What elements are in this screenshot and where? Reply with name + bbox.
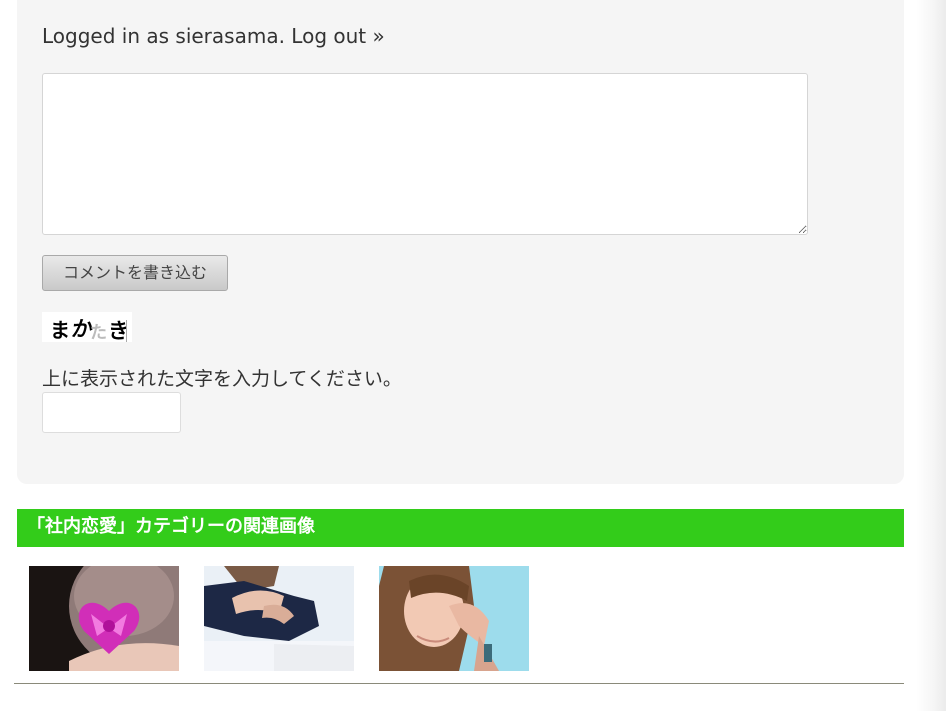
logout-link[interactable]: Log out » [291, 24, 384, 48]
logged-in-notice: Logged in as sierasama. Log out » [42, 24, 385, 48]
woman-crying-photo-icon [379, 566, 529, 671]
captcha-char-3: た [90, 323, 107, 342]
captcha-noise-line [126, 320, 127, 342]
logged-in-text: Logged in as sierasama. [42, 24, 285, 48]
submit-comment-button[interactable]: コメントを書き込む [42, 255, 228, 291]
page: Logged in as sierasama. Log out » コメントを書… [0, 0, 946, 711]
related-thumbnail-woman-navy[interactable] [204, 566, 354, 671]
related-thumbnail-ribbon-heart[interactable] [29, 566, 179, 671]
captcha-input[interactable] [42, 392, 181, 433]
captcha-image: ま か た き [42, 312, 132, 342]
section-divider [14, 683, 904, 684]
captcha-char-1: ま [50, 318, 70, 342]
comment-textarea[interactable] [42, 73, 808, 235]
woman-navy-top-photo-icon [204, 566, 354, 671]
page-edge-shadow [916, 0, 946, 711]
captcha-prompt: 上に表示された文字を入力してください。 [42, 368, 402, 390]
related-thumbnail-woman-crying[interactable] [379, 566, 529, 671]
ribbon-heart-photo-icon [29, 566, 179, 671]
related-images-header: 「社内恋愛」カテゴリーの関連画像 [17, 509, 904, 547]
